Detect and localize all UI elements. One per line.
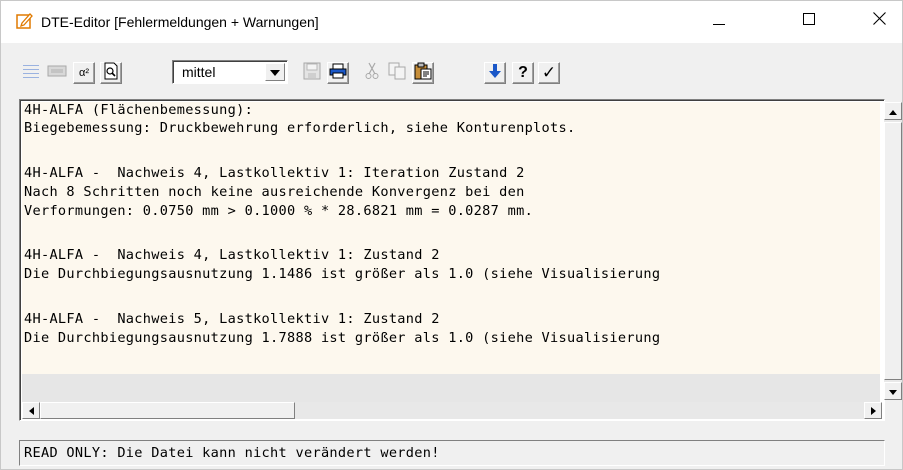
arrow-right-icon [870, 402, 876, 420]
dropdown-button[interactable] [265, 63, 285, 81]
copy-button[interactable] [386, 62, 408, 84]
superscript-button[interactable]: α² [73, 62, 95, 84]
text-line: Verformungen: 0.0750 mm > 0.1000 % * 28.… [24, 203, 534, 219]
minimize-icon [713, 13, 725, 29]
vertical-scrollbar[interactable] [884, 102, 902, 400]
editor-empty-area [22, 374, 880, 402]
toolbar: α² mittel ? ✓ [1, 43, 902, 97]
save-icon [303, 62, 321, 85]
title-bar[interactable]: DTE-Editor [Fehlermeldungen + Warnungen] [1, 1, 902, 43]
window-title: DTE-Editor [Fehlermeldungen + Warnungen] [41, 14, 319, 30]
text-line: 4H-ALFA - Nachweis 5, Lastkollektiv 1: Z… [24, 311, 440, 327]
text-line: Die Durchbiegungsausnutzung 1.7888 ist g… [24, 330, 661, 346]
editor-window: DTE-Editor [Fehlermeldungen + Warnungen] [0, 0, 903, 470]
editor-frame: 4H-ALFA (Flächenbemessung): Biegebemessu… [19, 99, 902, 421]
app-edit-icon [16, 12, 33, 29]
cut-icon [364, 62, 380, 85]
text-line: Biegebemessung: Druckbewehrung erforderl… [24, 120, 576, 136]
horizontal-scrollbar[interactable] [22, 402, 882, 419]
maximize-icon [803, 12, 815, 30]
arrow-left-icon [28, 402, 34, 420]
grid-lines-icon [22, 63, 40, 84]
vertical-scroll-thumb[interactable] [884, 122, 902, 380]
font-size-value: mittel [182, 64, 216, 80]
print-button[interactable] [327, 62, 349, 84]
print-icon [329, 63, 347, 84]
print-preview-button[interactable] [100, 62, 122, 84]
arrow-down-icon [889, 382, 897, 400]
horizontal-scroll-thumb[interactable] [40, 402, 295, 419]
save-button[interactable] [301, 62, 323, 84]
scroll-down-button[interactable] [884, 382, 902, 400]
scroll-right-button[interactable] [864, 402, 882, 419]
copy-icon [388, 62, 406, 85]
check-button[interactable]: ✓ [538, 62, 560, 84]
status-bar: READ ONLY: Die Datei kann nicht veränder… [19, 424, 885, 469]
help-button[interactable]: ? [512, 62, 534, 84]
text-line: 4H-ALFA - Nachweis 4, Lastkollektiv 1: Z… [24, 247, 440, 263]
paste-button[interactable] [412, 62, 434, 84]
scroll-up-button[interactable] [884, 102, 902, 120]
text-line: Nach 8 Schritten noch keine ausreichende… [24, 184, 525, 200]
keyboard-icon [47, 64, 67, 83]
grid-lines-button[interactable] [20, 62, 42, 84]
cut-button[interactable] [361, 62, 383, 84]
check-icon: ✓ [541, 63, 557, 83]
close-icon [872, 12, 886, 30]
status-panel: READ ONLY: Die Datei kann nicht veränder… [19, 440, 885, 466]
keyboard-button[interactable] [46, 62, 68, 84]
font-size-select[interactable]: mittel [172, 60, 288, 84]
text-line: 4H-ALFA (Flächenbemessung): [24, 102, 254, 118]
print-preview-icon [103, 62, 119, 85]
text-area[interactable]: 4H-ALFA (Flächenbemessung): Biegebemessu… [22, 102, 880, 402]
minimize-button[interactable] [696, 1, 742, 41]
arrow-up-icon [889, 102, 897, 120]
help-icon: ? [518, 64, 528, 81]
status-text: READ ONLY: Die Datei kann nicht veränder… [24, 445, 440, 461]
close-button[interactable] [856, 1, 902, 41]
superscript-icon: α² [78, 67, 90, 79]
arrow-down-button[interactable] [484, 62, 506, 84]
maximize-button[interactable] [786, 1, 832, 41]
scroll-left-button[interactable] [22, 402, 40, 419]
arrow-down-icon [489, 63, 501, 84]
chevron-down-icon [270, 63, 280, 81]
text-line: Die Durchbiegungsausnutzung 1.1486 ist g… [24, 266, 661, 282]
text-line: 4H-ALFA - Nachweis 4, Lastkollektiv 1: I… [24, 165, 525, 181]
paste-icon [414, 62, 432, 85]
